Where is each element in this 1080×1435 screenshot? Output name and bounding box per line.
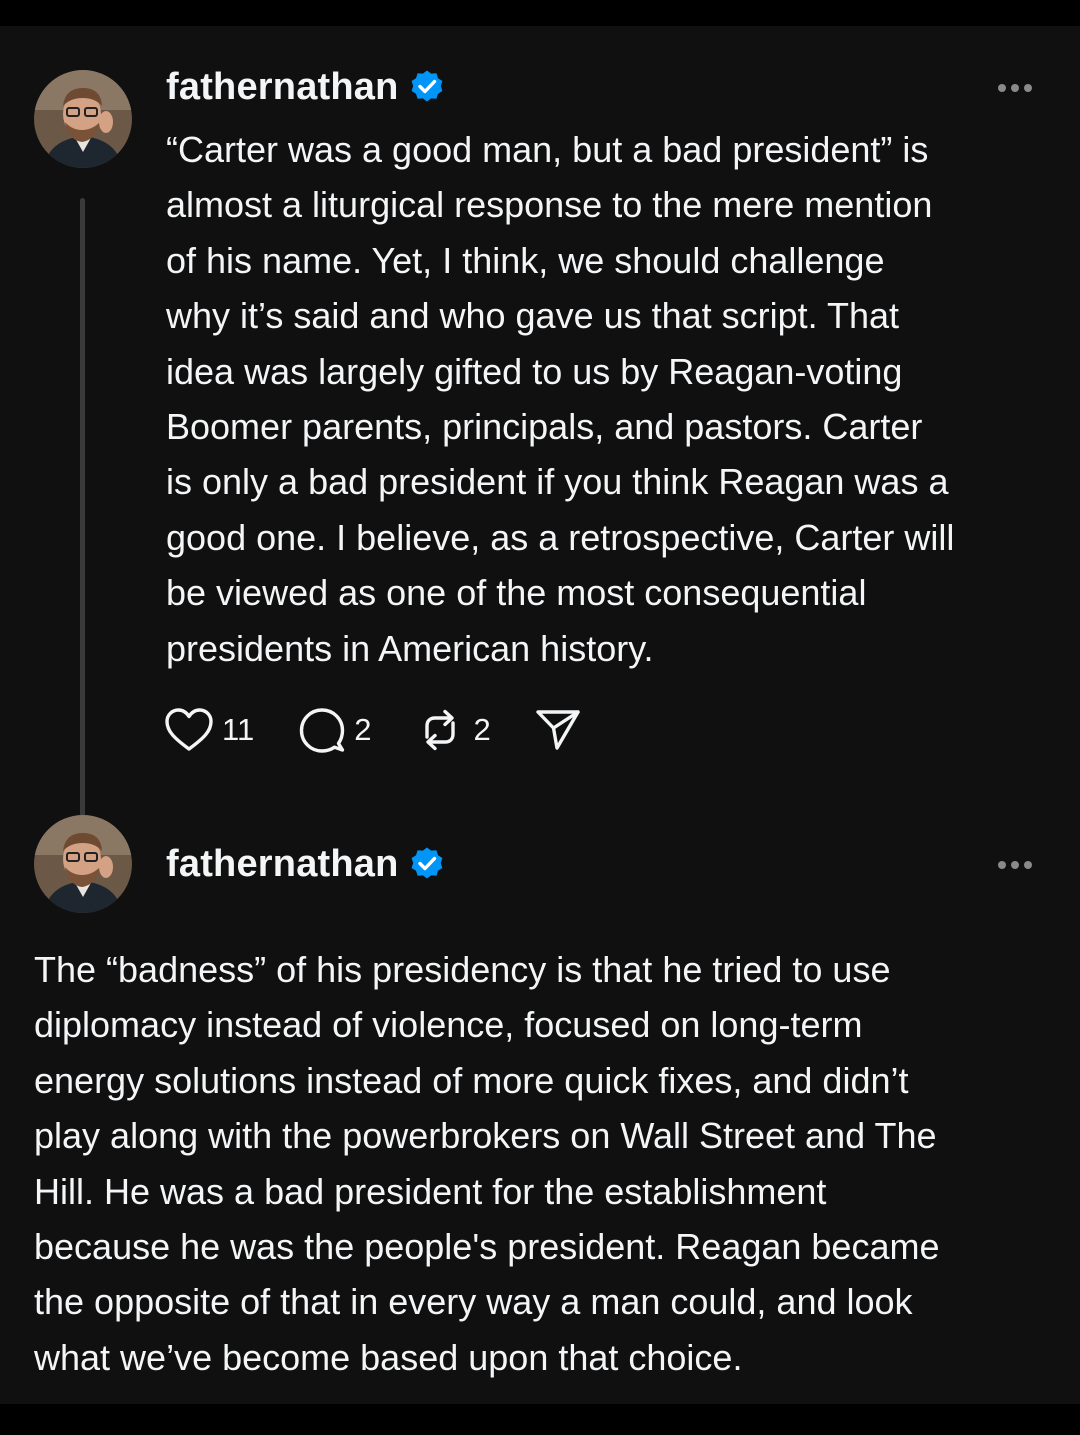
like-button[interactable]: 11 (164, 707, 254, 753)
avatar[interactable] (34, 70, 132, 168)
like-count: 11 (222, 712, 255, 747)
heart-icon (164, 707, 214, 753)
repost-icon (415, 707, 465, 753)
username[interactable]: fathernathan (166, 66, 399, 109)
thread-connector-line (80, 198, 85, 818)
reply-button[interactable]: 2 (298, 706, 371, 754)
thread-screen: fathernathan “Carter was a good man, but… (0, 26, 1080, 1404)
repost-count: 2 (473, 712, 491, 747)
reply-count: 2 (354, 712, 372, 747)
reply-header: fathernathan (166, 839, 445, 889)
verified-badge-icon (409, 69, 445, 105)
verified-badge-icon (409, 846, 445, 882)
more-options-icon[interactable] (998, 855, 1032, 875)
more-options-icon[interactable] (998, 78, 1032, 98)
post-body: “Carter was a good man, but a bad presid… (166, 129, 955, 669)
reply-body: The “badness” of his presidency is that … (34, 949, 940, 1378)
bottom-edge (0, 1404, 1080, 1435)
send-icon (535, 708, 581, 752)
repost-button[interactable]: 2 (415, 707, 491, 753)
avatar[interactable] (34, 815, 132, 913)
username[interactable]: fathernathan (166, 843, 399, 886)
post-header: fathernathan (166, 62, 445, 112)
comment-icon (298, 706, 346, 754)
share-button[interactable] (535, 708, 581, 752)
post-actions: 11 2 2 (164, 704, 625, 756)
